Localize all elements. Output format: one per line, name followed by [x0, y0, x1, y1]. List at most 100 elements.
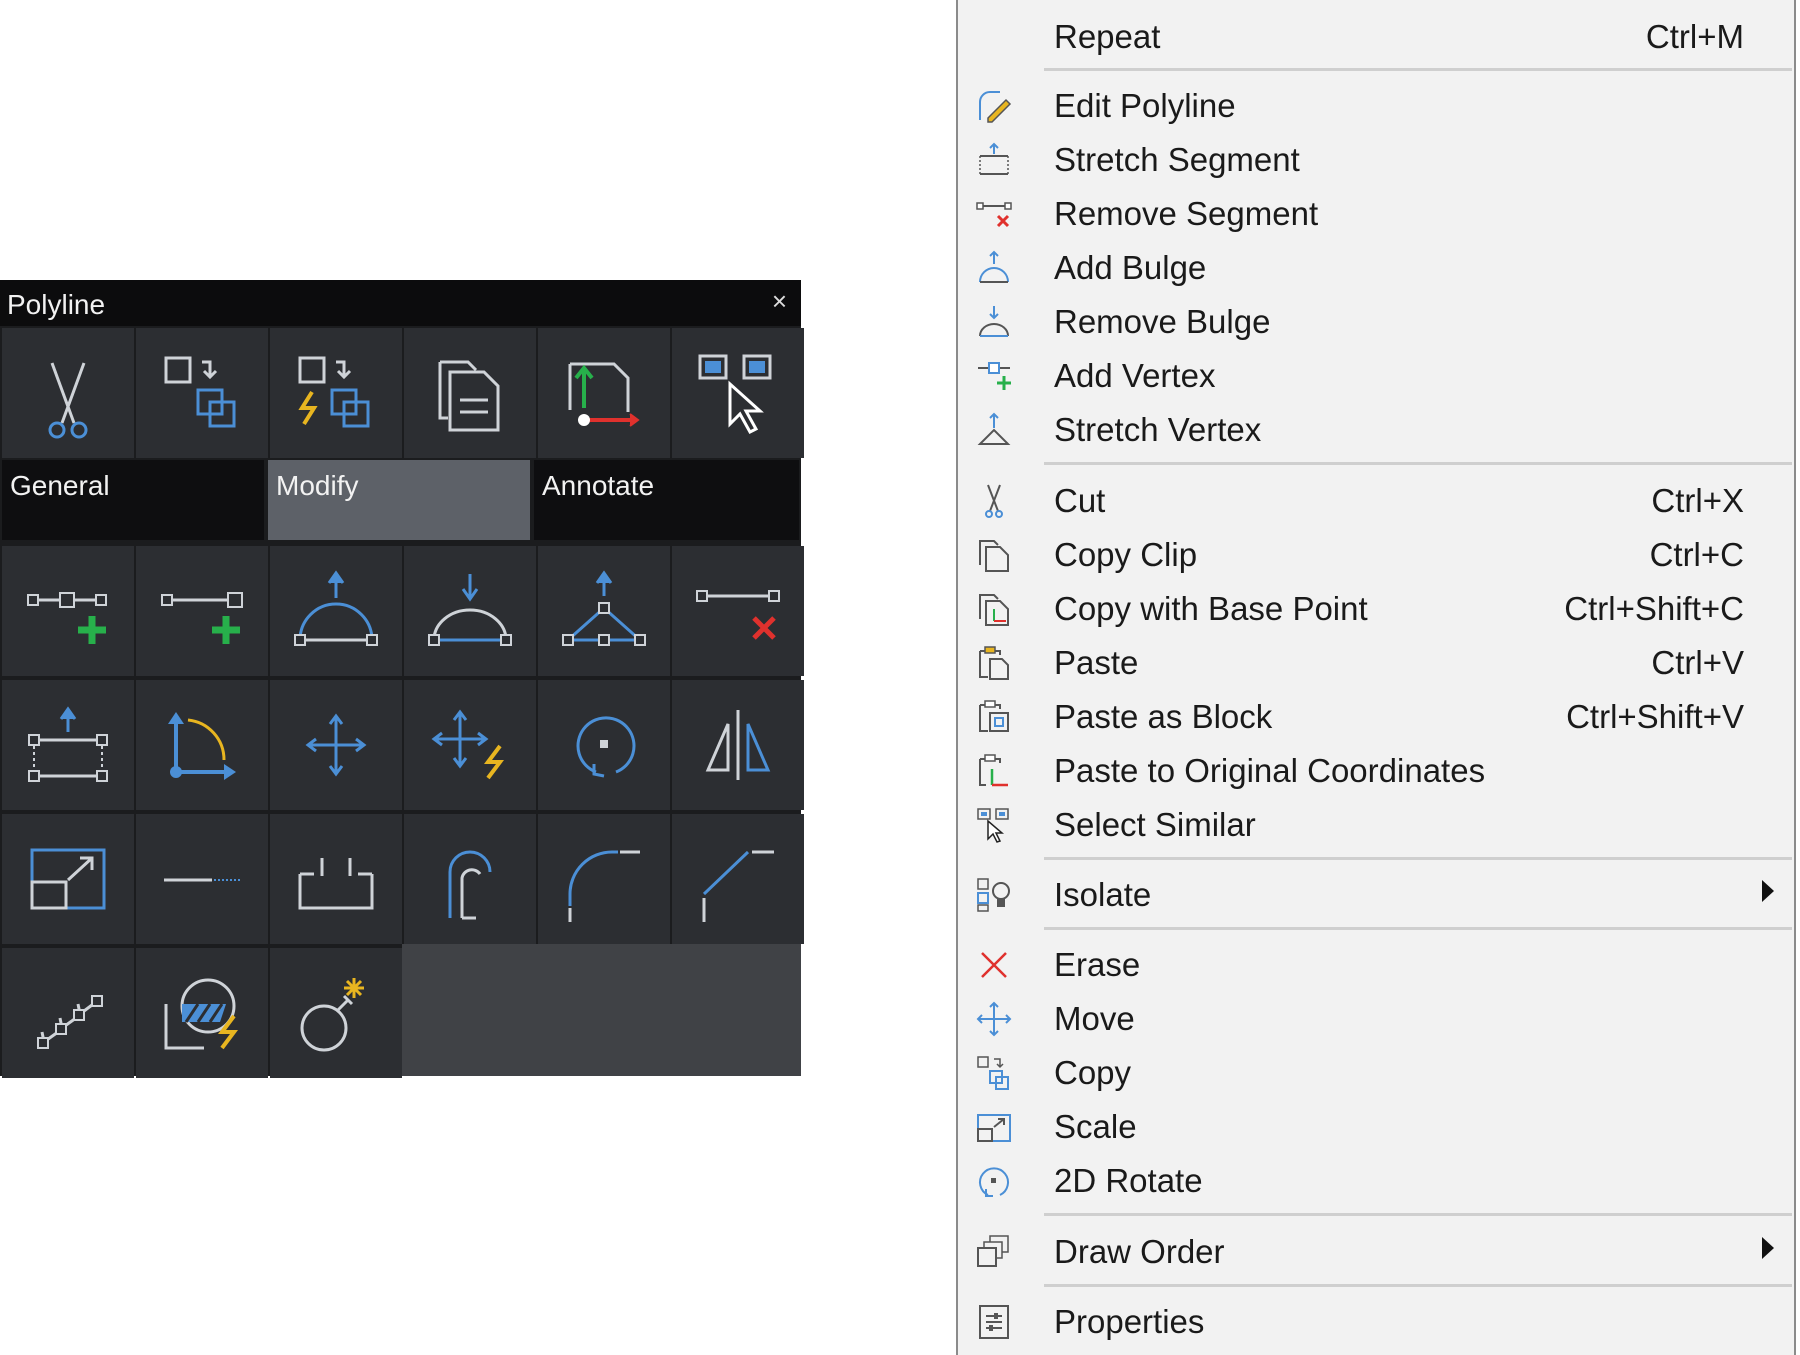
menu-item-add-vertex[interactable]: Add Vertex: [958, 351, 1794, 399]
menu-separator: [1044, 927, 1792, 930]
menu-item-isolate[interactable]: Isolate: [958, 870, 1794, 918]
menu-item-label: Remove Segment: [1054, 195, 1319, 232]
menu-item-label: Edit Polyline: [1054, 87, 1236, 124]
paste-block-icon: [979, 700, 1009, 732]
move-button[interactable]: [270, 680, 402, 810]
move-icon: [305, 713, 367, 777]
menu-item-remove-segment[interactable]: Remove Segment: [958, 189, 1794, 237]
rotate-2d-icon: [979, 1167, 1009, 1197]
remove-bulge-button[interactable]: [404, 546, 536, 676]
menu-item-label: Stretch Vertex: [1054, 411, 1262, 448]
paste-to-coordinates-button[interactable]: [538, 328, 670, 458]
menu-item-2d-rotate[interactable]: 2D Rotate: [958, 1156, 1794, 1204]
menu-item-scale[interactable]: Scale: [958, 1102, 1794, 1150]
fillet-button[interactable]: [538, 814, 670, 944]
stretch-segment-button[interactable]: [2, 680, 134, 810]
break-button[interactable]: [270, 814, 402, 944]
select-similar-icon: [698, 354, 772, 434]
copy-objects-icon: [164, 356, 236, 428]
remove-segment-button[interactable]: [672, 546, 804, 676]
menu-item-stretch-segment[interactable]: Stretch Segment: [958, 135, 1794, 183]
remove-bulge-icon: [979, 306, 1009, 337]
rotate-button[interactable]: [538, 680, 670, 810]
menu-item-copy-clip[interactable]: Copy Clip Ctrl+C: [958, 530, 1794, 578]
menu-item-properties[interactable]: Properties: [958, 1297, 1794, 1345]
menu-item-label: Add Vertex: [1054, 357, 1216, 394]
context-menu: Repeat Ctrl+M Edit Polyline Stretch Segm…: [956, 0, 1796, 1355]
menu-item-move[interactable]: Move: [958, 994, 1794, 1042]
menu-item-shortcut: Ctrl+M: [1645, 18, 1744, 55]
chamfer-icon: [702, 850, 774, 922]
tab-annotate[interactable]: Annotate: [534, 460, 799, 540]
quad-title: Polyline: [7, 289, 106, 320]
menu-item-label: Copy Clip: [1054, 536, 1198, 573]
stretch-vertex-icon: [562, 570, 646, 646]
rotate-ucs-icon: [168, 712, 236, 780]
menu-item-label: Paste as Block: [1054, 698, 1273, 735]
isolate-icon: [977, 878, 1010, 912]
properties-icon: [979, 1305, 1009, 1339]
copy-objects-button[interactable]: [136, 328, 268, 458]
submenu-arrow-icon: [1762, 880, 1774, 902]
add-bulge-button[interactable]: [270, 546, 402, 676]
menu-item-label: Copy: [1054, 1054, 1132, 1091]
paste-button[interactable]: [404, 328, 536, 458]
quick-copy-button[interactable]: [270, 328, 402, 458]
tab-modify[interactable]: Modify: [268, 460, 530, 540]
menu-item-cut[interactable]: Cut Ctrl+X: [958, 476, 1794, 524]
menu-item-erase[interactable]: Erase: [958, 940, 1794, 988]
offset-button[interactable]: [404, 814, 536, 944]
menu-item-edit-polyline[interactable]: Edit Polyline: [958, 81, 1794, 129]
mirror-button[interactable]: [672, 680, 804, 810]
menu-item-select-similar[interactable]: Select Similar: [958, 800, 1794, 848]
quick-copy-icon: [298, 356, 370, 428]
copy-base-point-icon: [979, 594, 1009, 626]
copy-icon: [977, 1056, 1009, 1090]
tab-general[interactable]: General: [2, 460, 264, 540]
erase-icon: [981, 952, 1007, 978]
hatch-icon: [164, 978, 238, 1050]
add-vertex-button[interactable]: [2, 546, 134, 676]
menu-item-copy-base-point[interactable]: Copy with Base Point Ctrl+Shift+C: [958, 584, 1794, 632]
menu-item-paste[interactable]: Paste Ctrl+V: [958, 638, 1794, 686]
menu-item-paste-original-coordinates[interactable]: Paste to Original Coordinates: [958, 746, 1794, 794]
stretch-vertex-button[interactable]: [538, 546, 670, 676]
menu-item-label: Draw Order: [1054, 1233, 1225, 1270]
break-icon: [298, 858, 374, 910]
move-icon: [976, 1001, 1012, 1037]
explode-button[interactable]: [270, 948, 402, 1078]
select-similar-button[interactable]: [672, 328, 804, 458]
quad-title-bar: Polyline ×: [0, 280, 801, 326]
join-icon: [37, 995, 103, 1049]
extend-button[interactable]: [136, 814, 268, 944]
hatch-button[interactable]: [136, 948, 268, 1078]
menu-item-shortcut: Ctrl+Shift+C: [1564, 590, 1744, 627]
scale-button[interactable]: [2, 814, 134, 944]
quad-empty-area: [402, 944, 801, 1076]
menu-item-shortcut: Ctrl+C: [1649, 536, 1744, 573]
chamfer-button[interactable]: [672, 814, 804, 944]
paste-icon: [979, 646, 1009, 680]
quick-move-button[interactable]: [404, 680, 536, 810]
stretch-vertex-icon: [977, 412, 1011, 445]
menu-item-repeat[interactable]: Repeat Ctrl+M: [958, 12, 1794, 60]
rotate-ucs-button[interactable]: [136, 680, 268, 810]
add-end-vertex-icon: [161, 592, 243, 644]
menu-item-add-bulge[interactable]: Add Bulge: [958, 243, 1794, 291]
menu-item-paste-as-block[interactable]: Paste as Block Ctrl+Shift+V: [958, 692, 1794, 740]
add-bulge-icon: [294, 570, 378, 646]
stretch-segment-icon: [979, 142, 1009, 175]
draw-order-icon: [977, 1235, 1009, 1267]
add-end-vertex-button[interactable]: [136, 546, 268, 676]
menu-item-remove-bulge[interactable]: Remove Bulge: [958, 297, 1794, 345]
menu-item-draw-order[interactable]: Draw Order: [958, 1227, 1794, 1275]
join-button[interactable]: [2, 948, 134, 1078]
menu-item-copy[interactable]: Copy: [958, 1048, 1794, 1096]
menu-separator: [1044, 68, 1792, 71]
cut-icon: [48, 362, 88, 439]
select-similar-icon: [977, 808, 1009, 843]
menu-item-stretch-vertex[interactable]: Stretch Vertex: [958, 405, 1794, 453]
menu-item-label: Copy with Base Point: [1054, 590, 1368, 627]
close-icon[interactable]: ×: [772, 286, 787, 317]
cut-button[interactable]: [2, 328, 134, 458]
